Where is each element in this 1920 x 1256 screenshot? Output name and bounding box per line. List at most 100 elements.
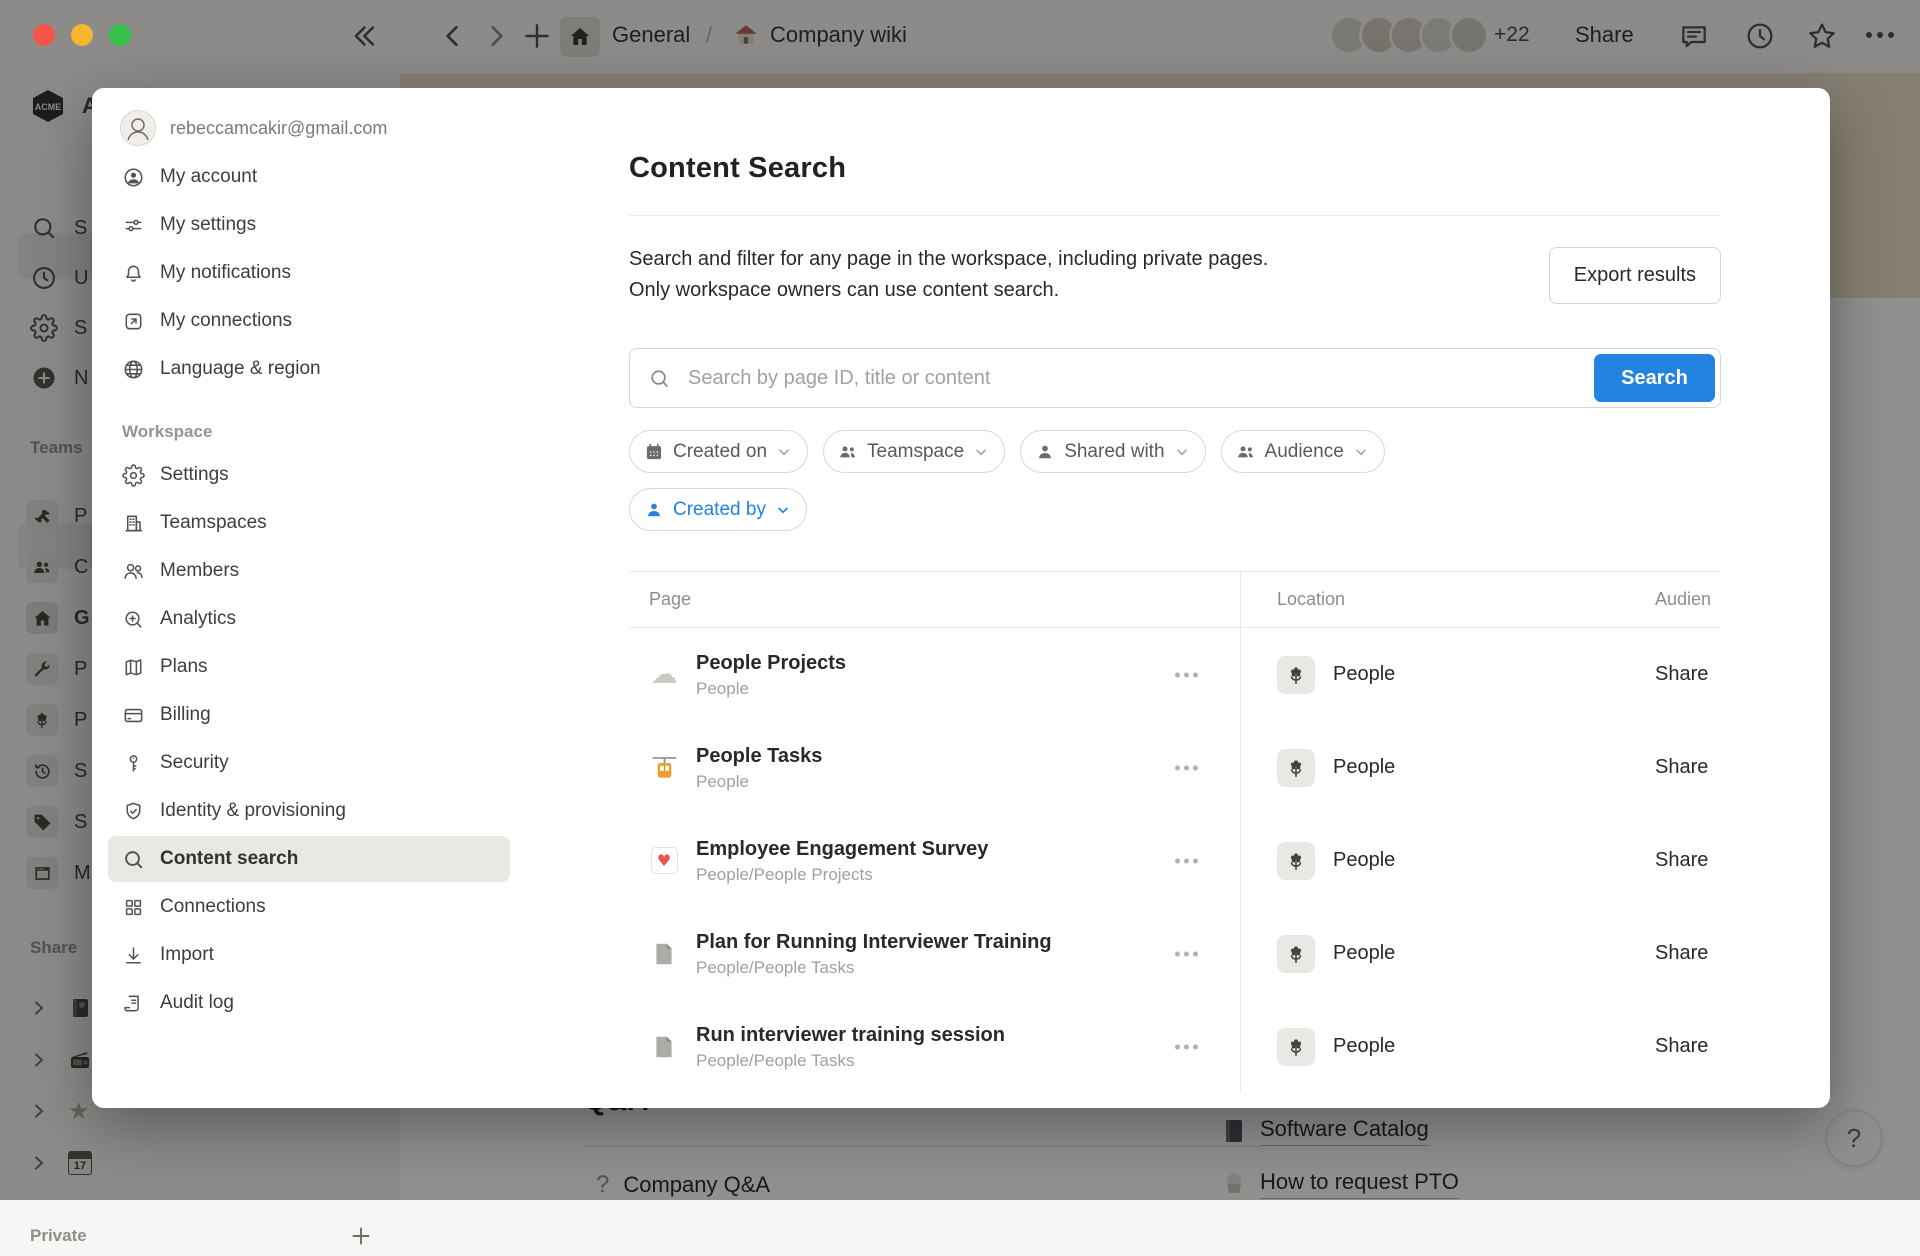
menu-item-label: My connections [160,310,292,332]
menu-item-analytics[interactable]: Analytics [108,596,510,642]
more-options-icon[interactable] [1175,858,1198,863]
page-path: People/People Tasks [696,1050,1005,1072]
search-input[interactable] [629,348,1721,408]
page-title[interactable]: Run interviewer training session [696,1022,1005,1048]
menu-item-label: My notifications [160,262,291,284]
location-name: People [1333,849,1395,872]
filter-label: Created on [673,441,767,463]
menu-item-label: Language & region [160,358,321,380]
filter-label: Shared with [1064,441,1164,463]
menu-item-members[interactable]: Members [108,548,510,594]
teamspace-flower-icon [1277,1028,1315,1066]
filter-created-on[interactable]: Created on [629,430,808,473]
menu-item-label: Import [160,944,214,966]
people-icon [1236,442,1256,462]
menu-item-plans[interactable]: Plans [108,644,510,690]
menu-item-label: Connections [160,896,266,918]
sliders-icon [122,214,145,237]
menu-item-my-notifications[interactable]: My notifications [108,250,510,296]
audience-value: Share [1655,721,1721,814]
account-email: rebeccamcakir@gmail.com [170,118,387,139]
search-button[interactable]: Search [1594,354,1715,402]
settings-modal: rebeccamcakir@gmail.com My account My se… [92,88,1830,1108]
more-options-icon[interactable] [1175,765,1198,770]
menu-item-my-account[interactable]: My account [108,154,510,200]
more-options-icon[interactable] [1175,672,1198,677]
user-avatar [120,110,156,146]
page-path: People [696,771,822,793]
calendar-icon [644,442,664,462]
search-icon [648,367,671,390]
menu-item-connections[interactable]: Connections [108,884,510,930]
external-link-icon [122,310,145,333]
traffic-lights[interactable] [33,24,131,46]
page-path: People/People Projects [696,864,988,886]
menu-item-label: Security [160,752,229,774]
menu-item-language-region[interactable]: Language & region [108,346,510,392]
export-results-button[interactable]: Export results [1549,247,1721,304]
menu-item-settings[interactable]: Settings [108,452,510,498]
page-title[interactable]: Plan for Running Interviewer Training [696,929,1052,955]
audience-value: Share [1655,814,1721,907]
menu-item-identity-provisioning[interactable]: Identity & provisioning [108,788,510,834]
menu-item-label: Members [160,560,239,582]
menu-item-my-connections[interactable]: My connections [108,298,510,344]
filter-teamspace[interactable]: Teamspace [823,430,1005,473]
magnifier-icon [122,848,145,871]
teamspace-flower-icon [1277,935,1315,973]
menu-item-audit-log[interactable]: Audit log [108,980,510,1026]
minimize-window-icon[interactable] [71,24,93,46]
page-path: People [696,678,846,700]
add-private-page-icon[interactable] [348,1223,374,1249]
table-row[interactable]: ♥ Employee Engagement Survey People/Peop… [629,814,1721,907]
page-title[interactable]: People Projects [696,650,846,676]
menu-item-security[interactable]: Security [108,740,510,786]
location-name: People [1333,1035,1395,1058]
location-name: People [1333,942,1395,965]
table-header: Page Location Audien [629,571,1721,628]
results-table: Page Location Audien ☁ People Projects P… [629,571,1721,1093]
search-bar: Search [629,348,1721,408]
filter-created-by[interactable]: Created by [629,488,807,531]
page-description: Search and filter for any page in the wo… [629,244,1268,306]
page-title[interactable]: Employee Engagement Survey [696,836,988,862]
menu-item-label: Teamspaces [160,512,267,534]
menu-item-label: Settings [160,464,229,486]
chevron-down-icon [776,444,792,460]
menu-item-my-settings[interactable]: My settings [108,202,510,248]
more-options-icon[interactable] [1175,1044,1198,1049]
column-header-page: Page [629,572,1240,627]
column-header-audience: Audien [1655,572,1721,627]
location-name: People [1333,756,1395,779]
menu-item-label: Identity & provisioning [160,800,346,822]
teamspace-flower-icon [1277,842,1315,880]
table-row[interactable]: Plan for Running Interviewer Training Pe… [629,907,1721,1000]
menu-item-label: Analytics [160,608,236,630]
sidebar-section-private[interactable]: Private [30,1216,374,1256]
table-row[interactable]: Run interviewer training session People/… [629,1000,1721,1093]
grid-icon [122,896,145,919]
settings-menu: rebeccamcakir@gmail.com My account My se… [92,88,526,1108]
import-icon [122,944,145,967]
table-row[interactable]: People Tasks People People Share [629,721,1721,814]
zoom-window-icon[interactable] [109,24,131,46]
filter-label: Teamspace [867,441,964,463]
menu-item-billing[interactable]: Billing [108,692,510,738]
menu-item-import[interactable]: Import [108,932,510,978]
members-icon [122,560,145,583]
credit-card-icon [122,704,145,727]
close-window-icon[interactable] [33,24,55,46]
people-icon [838,442,858,462]
page-title[interactable]: People Tasks [696,743,822,769]
building-icon [122,512,145,535]
filter-audience[interactable]: Audience [1221,430,1385,473]
chevron-down-icon [1353,444,1369,460]
bell-icon [122,262,145,285]
scroll-icon [122,992,145,1015]
filter-shared-with[interactable]: Shared with [1020,430,1205,473]
more-options-icon[interactable] [1175,951,1198,956]
menu-item-content-search[interactable]: Content search [108,836,510,882]
table-row[interactable]: ☁ People Projects People People Share [629,628,1721,721]
globe-icon [122,358,145,381]
menu-item-teamspaces[interactable]: Teamspaces [108,500,510,546]
